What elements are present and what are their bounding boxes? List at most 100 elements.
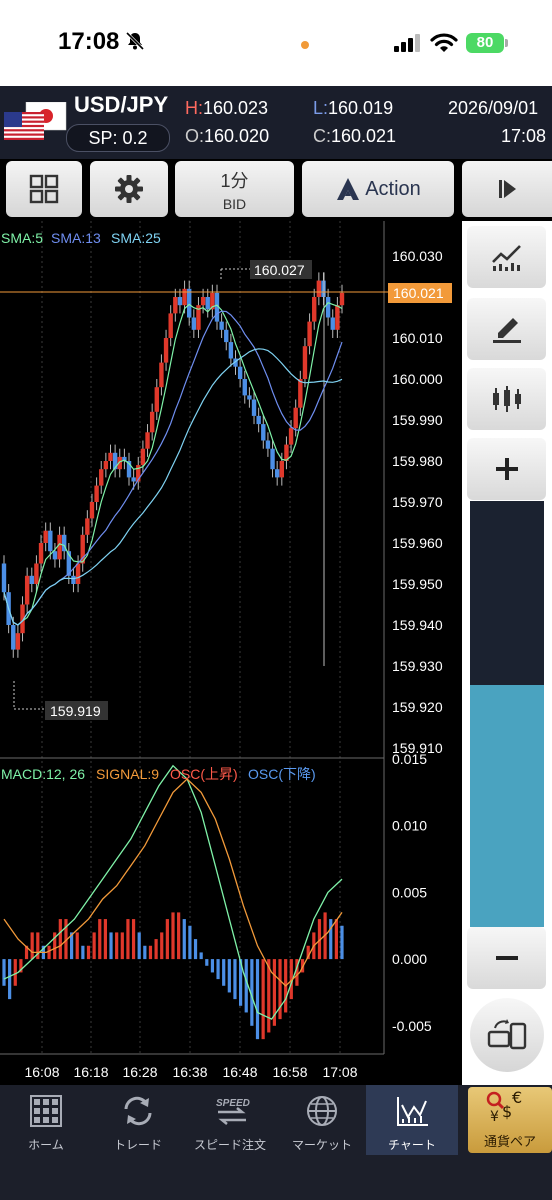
macd-osc-bar bbox=[137, 932, 141, 960]
macd-tick-label: 0.005 bbox=[392, 884, 427, 900]
macd-osc-bar bbox=[148, 945, 153, 960]
tab-chart-label: チャート bbox=[388, 1138, 436, 1152]
spread-badge: SP: 0.2 bbox=[66, 124, 170, 152]
tab-speed-order[interactable]: SPEED スピード注文 bbox=[184, 1085, 276, 1155]
quote-date: 2026/09/01 bbox=[448, 98, 539, 118]
candle-body bbox=[38, 543, 44, 564]
candle-type-button[interactable] bbox=[467, 368, 546, 430]
high-label: H: bbox=[185, 98, 203, 118]
candle-body bbox=[48, 530, 53, 552]
candle-body bbox=[335, 305, 340, 330]
candle-body bbox=[140, 448, 146, 466]
quote-header: USD/JPY SP: 0.2 H:160.023 L:160.019 O:16… bbox=[0, 86, 552, 159]
candle-body bbox=[205, 297, 210, 310]
timeframe-label: 1分 bbox=[220, 170, 249, 191]
candle-body bbox=[159, 362, 164, 388]
rotate-screen-button[interactable] bbox=[470, 998, 544, 1072]
candle-body bbox=[325, 297, 331, 318]
macd-osc-bar bbox=[115, 932, 119, 960]
macd-tick-label: 0.010 bbox=[392, 818, 427, 834]
low-marker: 159.919 bbox=[50, 703, 101, 719]
open-value: 160.020 bbox=[204, 126, 270, 146]
tab-speed-order-label: スピード注文 bbox=[193, 1138, 266, 1152]
timeframe-button[interactable]: 1分 BID bbox=[175, 161, 294, 217]
candle-body bbox=[163, 338, 169, 363]
candle-body bbox=[103, 461, 109, 470]
macd-osc-bar bbox=[81, 945, 85, 960]
candle-body bbox=[182, 288, 187, 306]
candle-body bbox=[108, 452, 113, 461]
macd-osc-bar bbox=[261, 959, 265, 1040]
candle-body bbox=[274, 469, 280, 478]
close-quote: C:160.021 bbox=[313, 126, 396, 147]
svg-text:SPEED: SPEED bbox=[216, 1098, 250, 1109]
macd-tick-label: -0.005 bbox=[392, 1018, 432, 1034]
currency-pair-title[interactable]: USD/JPY bbox=[74, 92, 168, 118]
globe-icon bbox=[307, 1096, 337, 1126]
macd-osc-bar bbox=[205, 959, 209, 966]
currency-pair-icon: € ¥ $ bbox=[486, 1089, 522, 1125]
candle-body bbox=[293, 407, 298, 429]
macd-osc-bar bbox=[278, 959, 282, 1020]
indicator-button[interactable] bbox=[467, 226, 546, 288]
candle-body bbox=[316, 280, 322, 297]
candle-body bbox=[265, 440, 271, 449]
price-tick-label: 159.990 bbox=[392, 412, 443, 428]
candle-body bbox=[224, 329, 229, 343]
battery-indicator: 80 bbox=[466, 33, 504, 53]
sma5-legend: SMA:5 bbox=[1, 230, 43, 246]
tab-trade-label: トレード bbox=[113, 1138, 162, 1152]
tab-trade[interactable]: トレード bbox=[92, 1085, 184, 1155]
candle-body bbox=[94, 485, 99, 502]
candle-body bbox=[279, 461, 285, 478]
zoom-out-button[interactable] bbox=[467, 927, 546, 989]
tab-chart[interactable]: チャート bbox=[366, 1085, 458, 1155]
candle-body bbox=[154, 387, 159, 412]
current-price: 160.021 bbox=[393, 285, 444, 301]
candle-body bbox=[247, 395, 252, 400]
minus-icon bbox=[495, 956, 518, 960]
draw-tool-button[interactable] bbox=[467, 298, 546, 360]
close-value: 160.021 bbox=[331, 126, 397, 146]
low-label: L: bbox=[313, 98, 329, 118]
macd-osc-bar bbox=[199, 952, 203, 960]
open-quote: O:160.020 bbox=[185, 126, 269, 147]
tab-currency-pair[interactable]: € ¥ $ 通貨ペア bbox=[468, 1087, 552, 1153]
candle-body bbox=[321, 280, 326, 297]
cellular-signal-icon bbox=[394, 34, 420, 52]
candle-body bbox=[298, 379, 303, 408]
candle-body bbox=[11, 625, 16, 650]
svg-text:$: $ bbox=[502, 1102, 512, 1121]
tab-market[interactable]: マーケット bbox=[276, 1085, 368, 1155]
candle-body bbox=[168, 313, 173, 338]
price-tick-label: 159.920 bbox=[392, 699, 443, 715]
time-tick-label: 16:38 bbox=[172, 1064, 207, 1080]
macd-legend: MACD:12, 26 bbox=[1, 766, 85, 782]
candle-body bbox=[330, 317, 335, 330]
macd-osc-bar bbox=[188, 925, 192, 960]
macd-osc-bar bbox=[2, 959, 6, 986]
action-button[interactable]: Action bbox=[302, 161, 454, 217]
macd-osc-bar bbox=[58, 919, 62, 960]
gear-icon bbox=[115, 175, 143, 203]
macd-osc-bar bbox=[171, 912, 175, 960]
tab-home[interactable]: ホーム bbox=[0, 1085, 92, 1155]
layout-button[interactable] bbox=[6, 161, 82, 217]
play-button[interactable] bbox=[462, 161, 552, 217]
status-time: 17:08 bbox=[58, 28, 120, 55]
time-tick-label: 16:18 bbox=[73, 1064, 108, 1080]
zoom-in-button[interactable] bbox=[467, 438, 546, 500]
open-label: O: bbox=[185, 126, 205, 146]
settings-button[interactable] bbox=[90, 161, 168, 217]
macd-osc-bar bbox=[222, 959, 226, 986]
high-value: 160.023 bbox=[203, 98, 269, 118]
rotate-device-icon bbox=[487, 1019, 527, 1050]
action-label: Action bbox=[365, 177, 421, 200]
candle-body bbox=[52, 551, 58, 560]
price-tick-label: 159.930 bbox=[392, 658, 443, 674]
macd-osc-bar bbox=[182, 919, 186, 960]
candle-body bbox=[187, 288, 192, 318]
wifi-icon bbox=[430, 33, 458, 52]
candle-body bbox=[173, 297, 178, 314]
trade-arrows-icon bbox=[124, 1096, 152, 1126]
